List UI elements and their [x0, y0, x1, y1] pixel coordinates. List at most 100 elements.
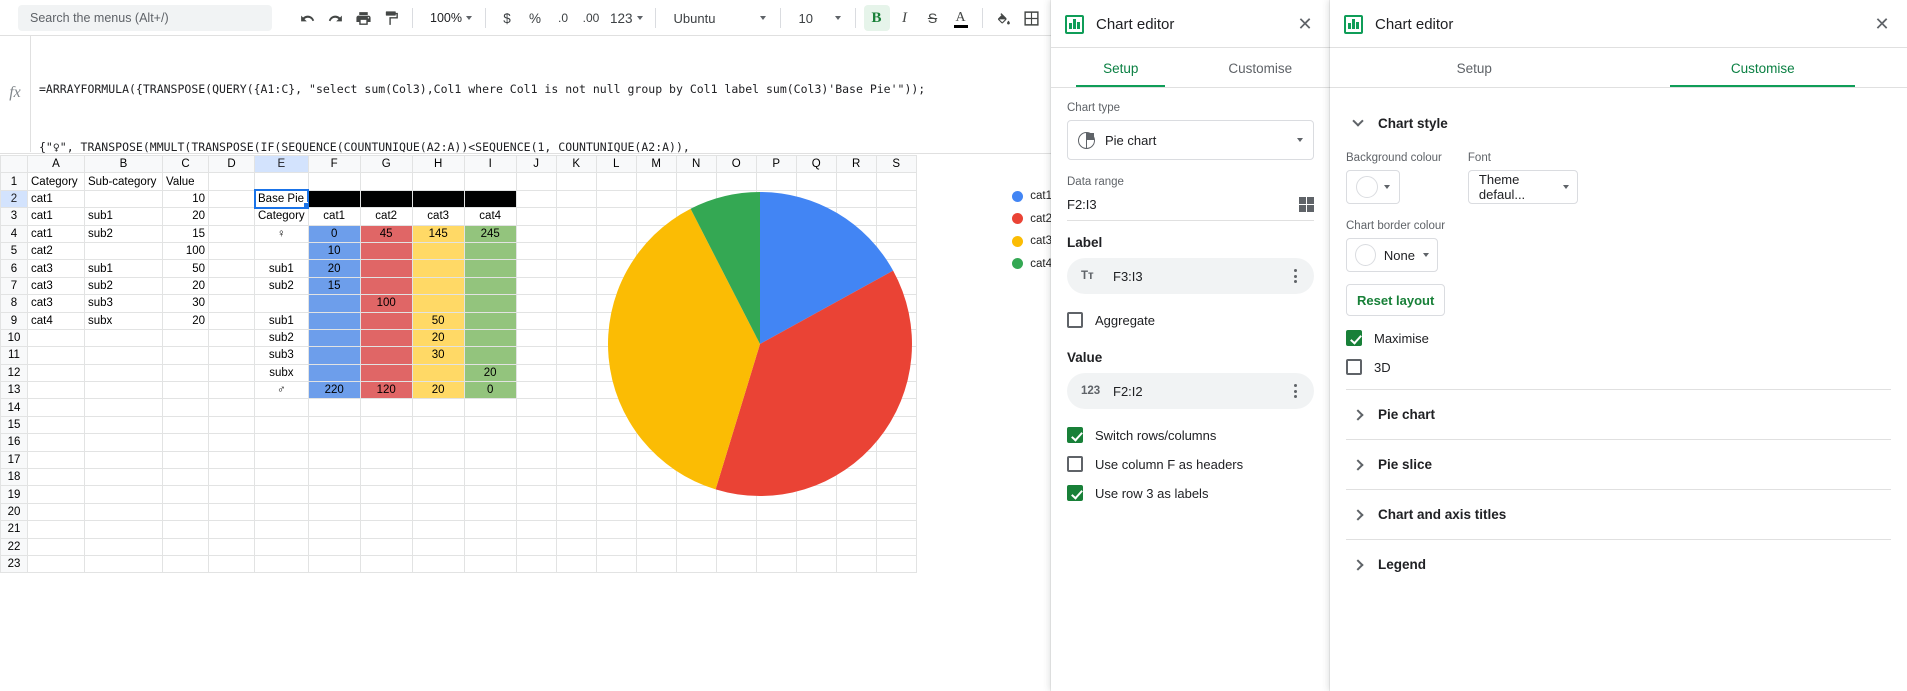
cell-A12[interactable] — [27, 363, 85, 383]
cell-E5[interactable] — [254, 241, 309, 261]
cell-A14[interactable] — [27, 398, 85, 417]
cell-K5[interactable] — [555, 241, 597, 261]
cell-O9[interactable] — [715, 311, 757, 330]
cell-M14[interactable] — [635, 398, 677, 417]
cell-P5[interactable] — [755, 241, 797, 261]
cell-G12[interactable] — [359, 363, 413, 383]
cell-C23[interactable] — [162, 554, 209, 574]
cell-P2[interactable] — [755, 189, 797, 209]
cell-I15[interactable] — [463, 415, 517, 435]
row-header-18[interactable]: 18 — [0, 468, 28, 487]
cell-M10[interactable] — [635, 328, 677, 348]
data-range-input[interactable]: F2:I3 — [1067, 194, 1314, 221]
cell-G10[interactable] — [359, 328, 413, 348]
use-column-headers-checkbox[interactable] — [1067, 456, 1083, 472]
cell-B10[interactable] — [84, 328, 163, 348]
cell-C17[interactable] — [162, 450, 209, 470]
cell-C5[interactable]: 100 — [162, 241, 209, 261]
cell-N6[interactable] — [675, 259, 717, 278]
cell-D1[interactable] — [208, 172, 255, 191]
cell-A6[interactable]: cat3 — [27, 259, 85, 278]
cell-D11[interactable] — [208, 346, 255, 365]
cell-I23[interactable] — [463, 554, 517, 574]
cell-A11[interactable] — [27, 346, 85, 365]
cell-Q4[interactable] — [795, 224, 837, 243]
cell-R13[interactable] — [835, 381, 877, 400]
cell-K7[interactable] — [555, 276, 597, 296]
close-icon[interactable]: ✕ — [1292, 11, 1318, 37]
cell-E17[interactable] — [254, 450, 309, 470]
font-select[interactable]: Theme defaul... — [1467, 170, 1578, 204]
cell-Q14[interactable] — [795, 398, 837, 417]
row-header-7[interactable]: 7 — [0, 276, 28, 296]
cell-G11[interactable] — [359, 346, 413, 365]
cell-P7[interactable] — [755, 276, 797, 296]
cell-C8[interactable]: 30 — [162, 294, 209, 313]
aggregate-checkbox-row[interactable]: Aggregate — [1067, 312, 1314, 328]
chart-type-select[interactable]: Pie chart — [1067, 120, 1314, 160]
close-icon[interactable]: ✕ — [1869, 11, 1895, 37]
cell-N14[interactable] — [675, 398, 717, 417]
cell-I2[interactable]: 20 — [463, 189, 517, 209]
cell-J13[interactable] — [515, 381, 557, 400]
cell-G7[interactable] — [359, 276, 413, 296]
cell-K16[interactable] — [555, 433, 597, 452]
cell-D6[interactable] — [208, 259, 255, 278]
cell-R12[interactable] — [835, 363, 877, 383]
maximise-checkbox[interactable] — [1346, 330, 1362, 346]
cell-K8[interactable] — [555, 294, 597, 313]
cell-K14[interactable] — [555, 398, 597, 417]
cell-E6[interactable]: sub1 — [254, 259, 309, 278]
column-header-j[interactable]: J — [515, 155, 557, 174]
cell-J3[interactable] — [515, 207, 557, 226]
font-family-select[interactable]: Ubuntu — [664, 5, 772, 31]
row-header-14[interactable]: 14 — [0, 398, 28, 417]
cell-F12[interactable] — [307, 363, 361, 383]
cell-C4[interactable]: 15 — [162, 224, 209, 243]
strikethrough-button[interactable]: S — [920, 5, 946, 31]
cell-F13[interactable]: 220 — [307, 381, 361, 400]
cell-O18[interactable] — [715, 468, 757, 487]
cell-P14[interactable] — [755, 398, 797, 417]
cell-Q15[interactable] — [795, 415, 837, 435]
increase-decimal-button[interactable]: .00 — [578, 5, 604, 31]
cell-F2[interactable]: 45 — [307, 189, 361, 209]
cell-S9[interactable] — [875, 311, 917, 330]
cell-Q3[interactable] — [795, 207, 837, 226]
switch-rows-checkbox-row[interactable]: Switch rows/columns — [1067, 427, 1314, 443]
cell-K2[interactable] — [555, 189, 597, 209]
cell-J9[interactable] — [515, 311, 557, 330]
cell-C9[interactable]: 20 — [162, 311, 209, 330]
column-header-k[interactable]: K — [555, 155, 597, 174]
cell-G2[interactable]: 100 — [359, 189, 413, 209]
cell-Q1[interactable] — [795, 172, 837, 191]
cell-R6[interactable] — [835, 259, 877, 278]
select-range-icon[interactable] — [1299, 197, 1314, 212]
cell-F17[interactable] — [307, 450, 361, 470]
cell-S7[interactable] — [875, 276, 917, 296]
use-row-checkbox-row[interactable]: Use row 3 as labels — [1067, 485, 1314, 501]
cell-R18[interactable] — [835, 468, 877, 487]
cell-C7[interactable]: 20 — [162, 276, 209, 296]
cell-G1[interactable] — [359, 172, 413, 191]
cell-L6[interactable] — [595, 259, 637, 278]
value-range-chip[interactable]: 123 F2:I2 — [1067, 373, 1314, 409]
cell-A3[interactable]: cat1 — [27, 207, 85, 226]
cell-S17[interactable] — [875, 450, 917, 470]
cell-L19[interactable] — [595, 485, 637, 504]
cell-C18[interactable] — [162, 468, 209, 487]
cell-K11[interactable] — [555, 346, 597, 365]
cell-B9[interactable]: subx — [84, 311, 163, 330]
cell-A2[interactable]: cat1 — [27, 189, 85, 209]
cell-P17[interactable] — [755, 450, 797, 470]
cell-P9[interactable] — [755, 311, 797, 330]
cell-N15[interactable] — [675, 415, 717, 435]
cell-H22[interactable] — [411, 537, 465, 556]
cell-R7[interactable] — [835, 276, 877, 296]
column-header-o[interactable]: O — [715, 155, 757, 174]
cell-P22[interactable] — [755, 537, 797, 556]
cell-G20[interactable] — [359, 502, 413, 522]
cell-A17[interactable] — [27, 450, 85, 470]
cell-C11[interactable] — [162, 346, 209, 365]
cell-A9[interactable]: cat4 — [27, 311, 85, 330]
